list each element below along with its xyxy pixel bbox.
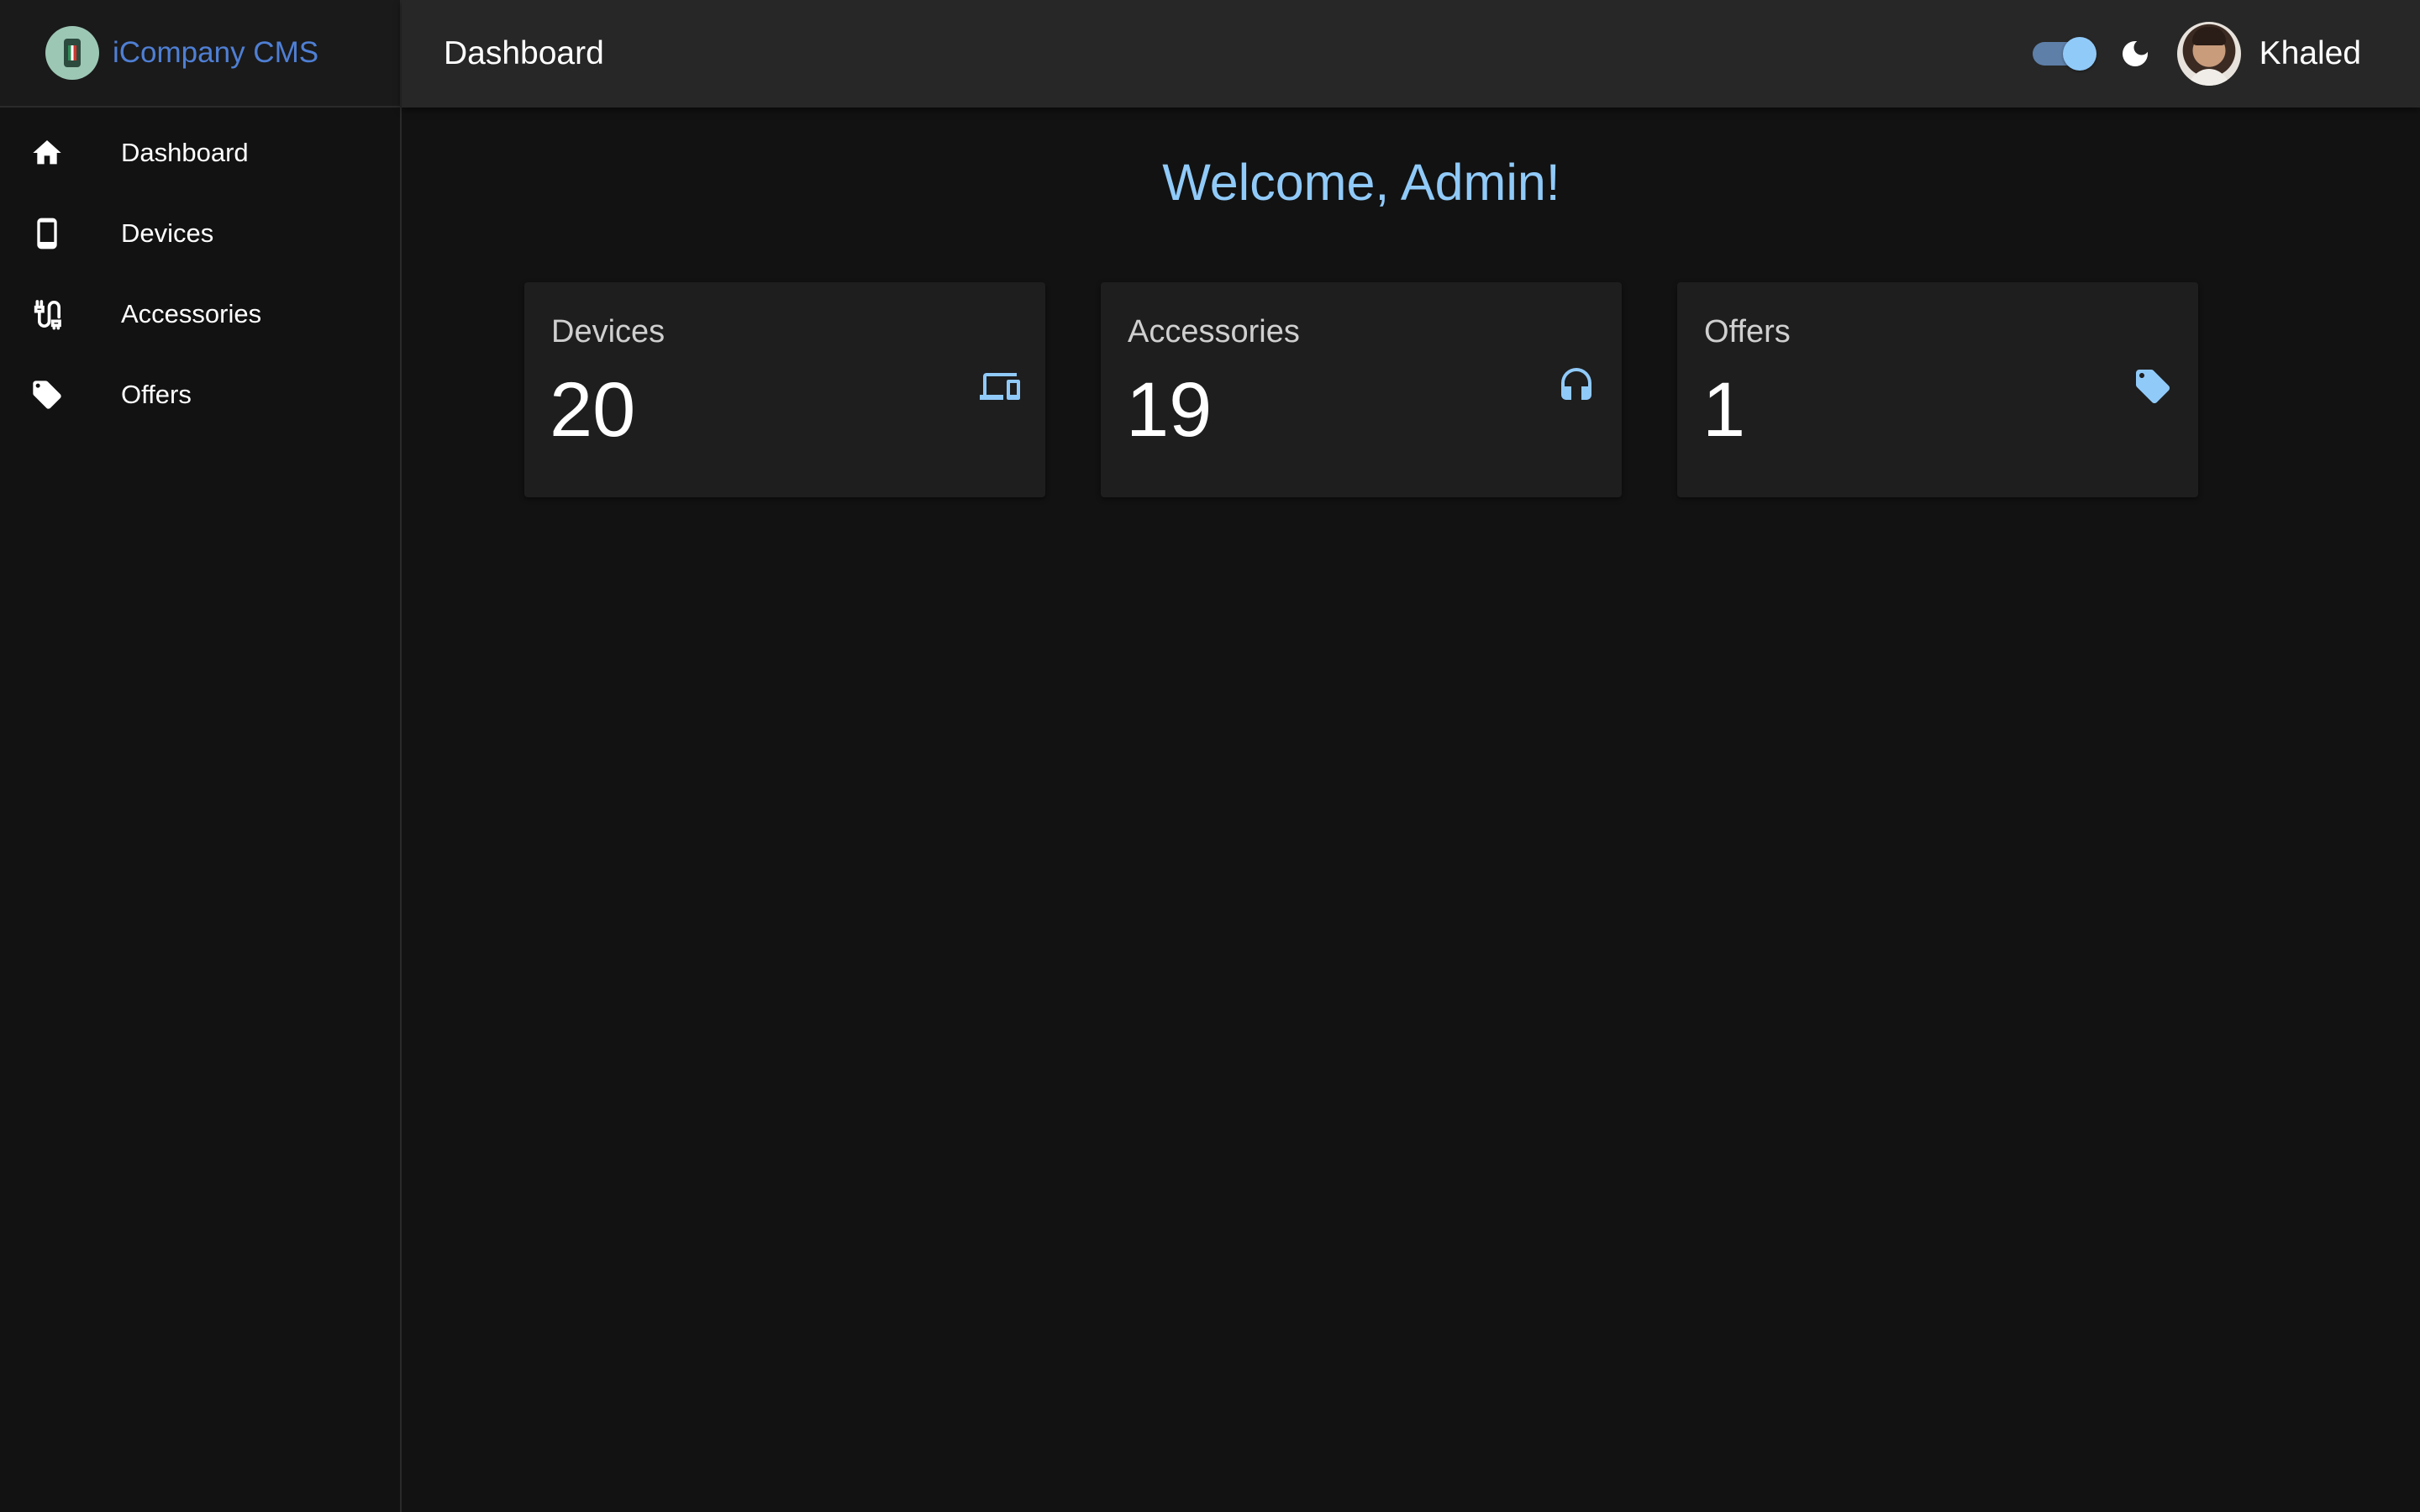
stat-card-offers[interactable]: Offers 1 [1677,282,2198,497]
card-title: Accessories [1128,314,1300,349]
theme-toggle[interactable] [2032,37,2096,71]
app-root: iCompany CMS Dashboard Devices Accessori… [0,0,2420,1512]
tag-icon [30,378,64,412]
sidebar-nav: Dashboard Devices Accessories Offers [0,108,400,435]
toggle-thumb [2062,37,2096,71]
sidebar-item-offers[interactable]: Offers [0,354,400,435]
sidebar-item-label: Devices [121,218,214,248]
sidebar-item-devices[interactable]: Devices [0,193,400,274]
tag-icon [2133,366,2173,407]
card-value: 19 [1126,367,1213,453]
sidebar-item-label: Offers [121,380,192,409]
sidebar-item-dashboard[interactable]: Dashboard [0,113,400,193]
sidebar-item-label: Accessories [121,299,262,328]
stat-card-accessories[interactable]: Accessories 19 [1101,282,1622,497]
sidebar: iCompany CMS Dashboard Devices Accessori… [0,0,402,1512]
card-value: 20 [550,367,636,453]
user-name[interactable]: Khaled [2260,35,2361,72]
page-title: Dashboard [444,35,604,71]
phone-logo-icon [45,26,99,80]
card-value: 1 [1702,367,1746,453]
sidebar-item-label: Dashboard [121,138,249,167]
cable-icon [30,297,64,331]
welcome-heading: Welcome, Admin! [1162,154,1560,211]
main-content: Welcome, Admin! Devices 20 Accessories 1… [402,108,2420,1512]
devices-icon [980,366,1020,407]
brand-name: iCompany CMS [113,36,319,69]
moon-icon [2118,37,2152,71]
headphones-icon [1556,366,1597,407]
smartphone-icon [30,217,64,250]
top-app-bar: Dashboard Khaled [402,0,2420,108]
avatar[interactable] [2176,22,2241,86]
home-icon [30,136,64,170]
topbar-actions: Khaled [2032,22,2361,86]
brand[interactable]: iCompany CMS [0,0,400,108]
card-title: Offers [1704,314,1791,349]
stat-card-devices[interactable]: Devices 20 [524,282,1045,497]
card-title: Devices [551,314,666,349]
sidebar-item-accessories[interactable]: Accessories [0,274,400,354]
